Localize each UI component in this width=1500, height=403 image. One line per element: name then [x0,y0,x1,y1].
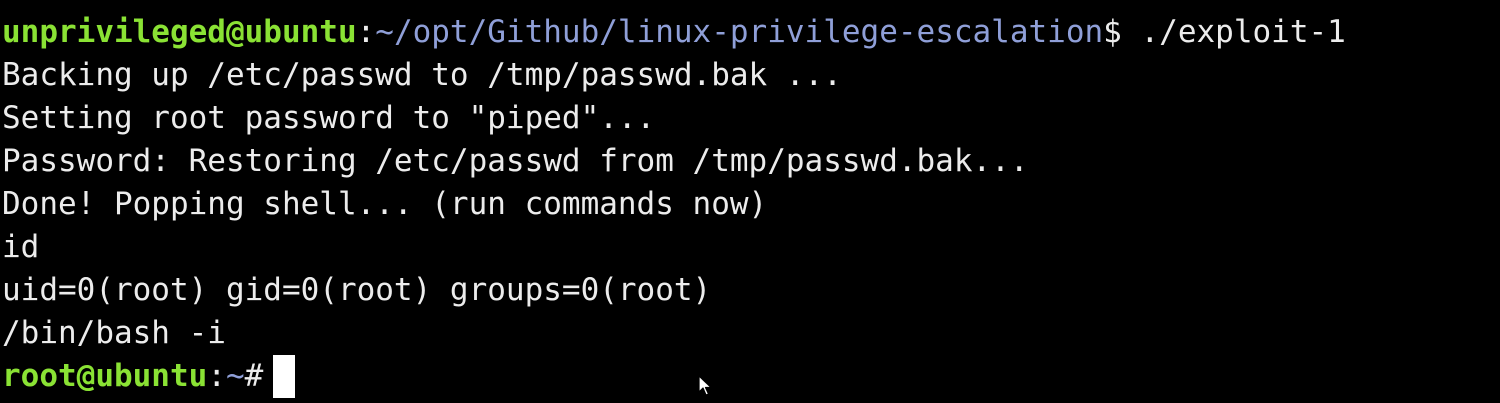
prompt-user-host: unprivileged@ubuntu [2,14,357,50]
arrow-cursor-icon [698,375,712,396]
output-line: Done! Popping shell... (run commands now… [2,186,768,222]
prompt-path: ~ [225,358,245,394]
output-line: Password: Restoring /etc/passwd from /tm… [2,143,1029,179]
prompt-user-host: root@ubuntu [2,358,208,394]
terminal-window[interactable]: unprivileged@ubuntu:~/opt/Github/linux-p… [0,0,1500,403]
output-line: /bin/bash -i [2,315,226,351]
output-line: id [2,229,40,265]
prompt-separator: : [207,358,226,394]
prompt-separator: : [356,14,376,50]
output-line: Backing up /etc/passwd to /tmp/passwd.ba… [2,57,842,93]
prompt-path: ~/opt/Github/linux-privilege-escalation [375,14,1104,50]
output-line: Setting root password to "piped"... [2,100,656,136]
prompt-line-root[interactable]: root@ubuntu:~# [2,355,296,398]
prompt-symbol: # [244,358,264,394]
prompt-symbol: $ [1103,14,1122,50]
text-cursor[interactable] [273,355,296,398]
command-text: ./exploit-1 [1140,14,1346,50]
output-line: uid=0(root) gid=0(root) groups=0(root) [2,272,712,308]
prompt-line-user: unprivileged@ubuntu:~/opt/Github/linux-p… [2,11,1346,54]
